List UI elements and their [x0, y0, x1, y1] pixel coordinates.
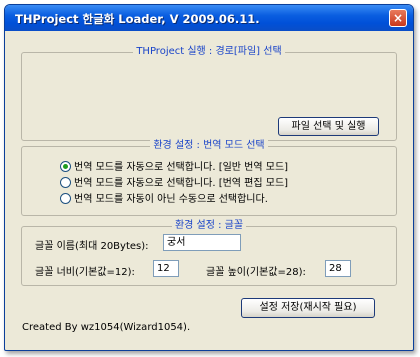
font-name-input[interactable]: 궁서 [163, 234, 241, 251]
font-width-label: 글꼴 너비(기본값=12): [35, 267, 135, 278]
radio-label: 번역 모드를 자동이 아닌 수동으로 선택합니다. [74, 194, 268, 205]
radio-auto-edit[interactable]: 번역 모드를 자동으로 선택합니다. [번역 편집 모드] [60, 174, 289, 189]
window-title: THProject 한글화 Loader, V 2009.06.11. [15, 12, 260, 26]
execute-group: THProject 실행 : 경로[파일] 선택 파일 선택 및 실행 [21, 46, 397, 141]
radio-auto-normal[interactable]: 번역 모드를 자동으로 선택합니다. [일반 번역 모드] [60, 158, 289, 173]
title-bar[interactable]: THProject 한글화 Loader, V 2009.06.11. × [5, 5, 413, 31]
radio-button[interactable] [60, 192, 71, 204]
main-window: THProject 한글화 Loader, V 2009.06.11. × TH… [4, 4, 414, 351]
footer-credit: Created By wz1054(Wizard1054). [22, 322, 191, 333]
radio-manual[interactable]: 번역 모드를 자동이 아닌 수동으로 선택합니다. [60, 190, 268, 205]
font-group-legend: 환경 설정 : 글꼴 [171, 220, 247, 231]
radio-button[interactable] [60, 176, 71, 188]
select-and-run-button[interactable]: 파일 선택 및 실행 [278, 117, 379, 136]
radio-button[interactable] [60, 160, 71, 172]
save-settings-button[interactable]: 설정 저장(재시작 필요) [241, 298, 375, 318]
radio-label: 번역 모드를 자동으로 선택합니다. [번역 편집 모드] [74, 178, 289, 189]
close-button[interactable]: × [389, 9, 407, 27]
translation-mode-legend: 환경 설정 : 번역 모드 선택 [150, 140, 268, 151]
close-icon: × [392, 11, 404, 25]
font-name-label: 글꼴 이름(최대 20Bytes): [35, 241, 149, 252]
font-height-input[interactable]: 28 [325, 260, 351, 277]
radio-label: 번역 모드를 자동으로 선택합니다. [일반 번역 모드] [74, 162, 289, 173]
execute-group-legend: THProject 실행 : 경로[파일] 선택 [133, 46, 285, 57]
font-width-input[interactable]: 12 [153, 260, 179, 277]
font-height-label: 글꼴 높이(기본값=28): [206, 267, 306, 278]
